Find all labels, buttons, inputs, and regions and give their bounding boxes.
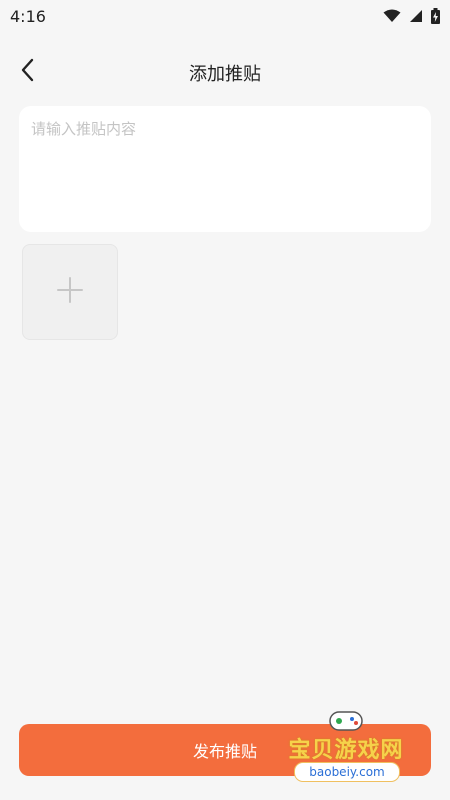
post-content-card — [19, 106, 431, 232]
cellular-signal-icon — [409, 9, 423, 23]
nav-bar: 添加推贴 — [0, 48, 450, 96]
status-time: 4:16 — [10, 6, 46, 26]
post-content-input[interactable] — [31, 118, 419, 220]
wifi-icon — [383, 9, 401, 23]
add-image-button[interactable] — [22, 244, 118, 340]
publish-button-label: 发布推贴 — [192, 742, 257, 761]
status-icons — [383, 8, 440, 24]
page-title: 添加推贴 — [189, 64, 261, 85]
battery-charging-icon — [431, 8, 440, 24]
publish-button[interactable]: 发布推贴 — [19, 724, 431, 776]
plus-icon — [57, 277, 83, 307]
status-bar: 4:16 — [0, 0, 450, 32]
